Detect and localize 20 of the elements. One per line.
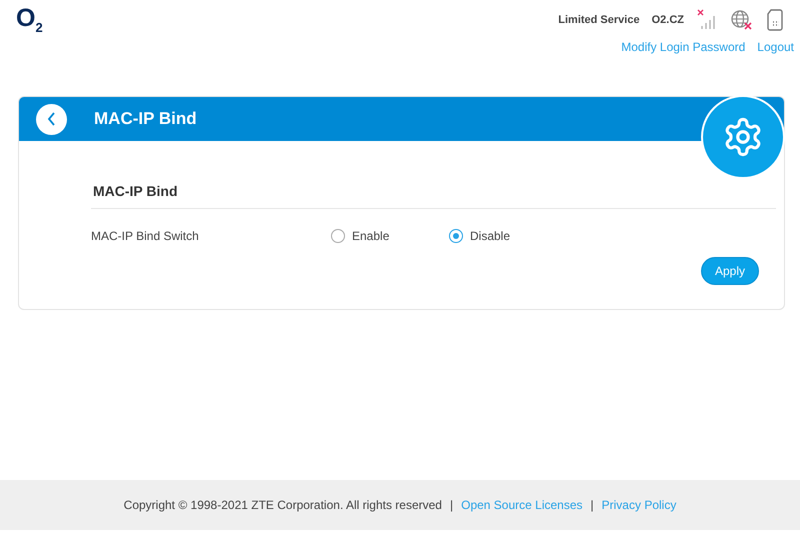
- separator: |: [590, 498, 594, 512]
- apply-button[interactable]: Apply: [700, 257, 759, 285]
- signal-icon: [696, 9, 718, 31]
- service-status: Limited Service: [558, 14, 640, 26]
- footer-link[interactable]: Open Source Licenses: [461, 498, 583, 512]
- sim-card-icon: [766, 9, 784, 31]
- operator-name: O2.CZ: [652, 14, 684, 26]
- header-link[interactable]: Logout: [757, 40, 794, 54]
- chevron-left-icon: [46, 111, 56, 127]
- field-label: MAC-IP Bind Switch: [91, 229, 200, 243]
- logo: O$_{2}$: [16, 3, 43, 32]
- radio-option[interactable]: Disable: [449, 229, 567, 243]
- globe-icon: [730, 9, 754, 31]
- back-button[interactable]: [36, 104, 67, 134]
- header-link[interactable]: Modify Login Password: [621, 40, 746, 54]
- footer-link[interactable]: Privacy Policy: [602, 498, 676, 512]
- copyright-text: Copyright © 1998-2021 ZTE Corporation. All rights reserved: [124, 498, 442, 512]
- page-title: MAC-IP Bind: [94, 109, 197, 129]
- radio-option[interactable]: Enable: [331, 229, 449, 243]
- separator: |: [450, 498, 454, 512]
